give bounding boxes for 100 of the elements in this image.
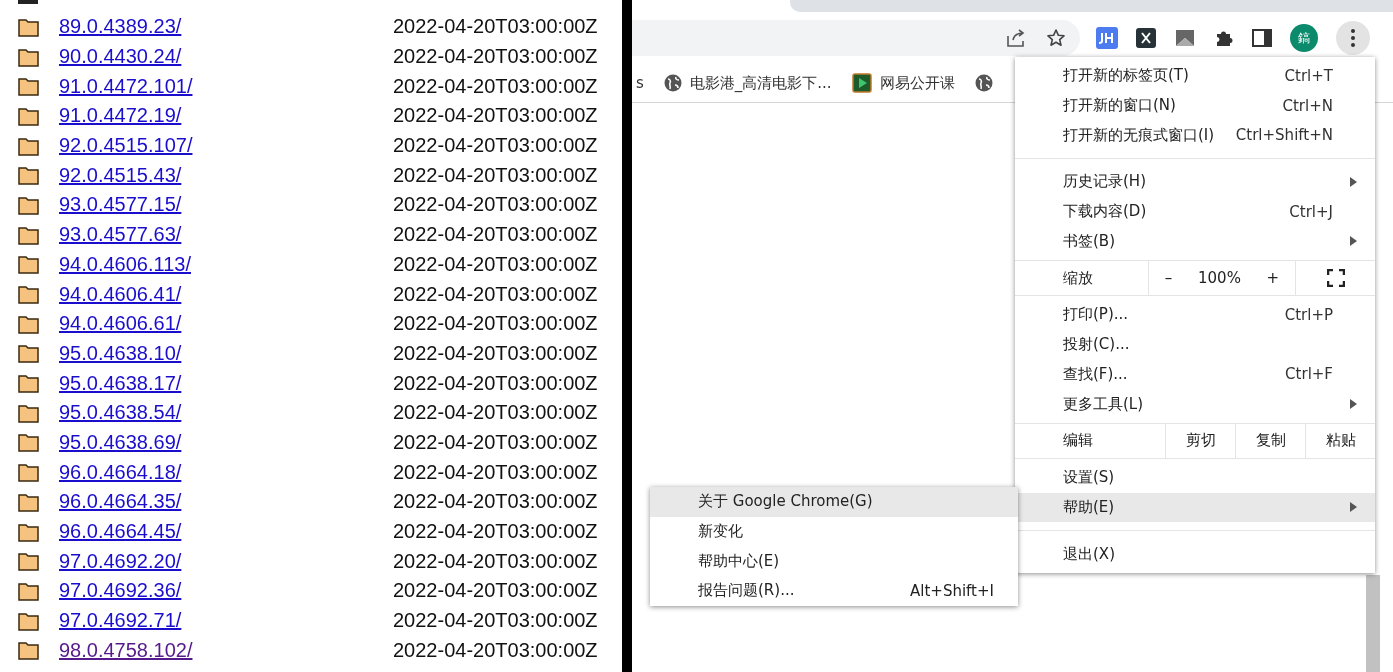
extension-icon[interactable] bbox=[1174, 28, 1196, 48]
date-text: 2022-04-20T03:00:00Z bbox=[393, 104, 599, 128]
bookmark[interactable]: 网易公开课 bbox=[851, 73, 955, 93]
folder-icon bbox=[18, 580, 40, 601]
menu-item[interactable]: 报告问题(R)... Alt+Shift+I bbox=[650, 576, 1018, 606]
scrollbar[interactable] bbox=[1366, 575, 1380, 672]
folder-icon bbox=[18, 462, 40, 483]
date-text: 2022-04-20T03:00:00Z bbox=[393, 490, 599, 514]
menu-item[interactable]: 设置(S) bbox=[1015, 462, 1375, 493]
folder-link[interactable]: 95.0.4638.10/ bbox=[59, 341, 393, 365]
menu-item[interactable]: 帮助中心(E) bbox=[650, 546, 1018, 577]
folder-link[interactable]: 95.0.4638.17/ bbox=[59, 371, 393, 395]
date-text: 2022-04-20T03:00:00Z bbox=[393, 341, 599, 365]
folder-icon bbox=[18, 343, 40, 364]
folder-link[interactable]: 94.0.4606.113/ bbox=[59, 252, 393, 276]
folder-link[interactable]: 94.0.4606.41/ bbox=[59, 282, 393, 306]
date-text: 2022-04-20T03:00:00Z bbox=[393, 430, 599, 454]
date-text: 2022-04-20T03:00:00Z bbox=[393, 193, 599, 217]
folder-icon bbox=[18, 135, 40, 156]
folder-icon bbox=[18, 194, 40, 215]
fullscreen-icon bbox=[1326, 269, 1345, 288]
date-text: 2022-04-20T03:00:00Z bbox=[393, 609, 599, 633]
folder-icon bbox=[18, 551, 40, 572]
menu-item[interactable]: 书签(B) bbox=[1015, 226, 1375, 257]
zoom-in-button[interactable]: + bbox=[1260, 269, 1286, 288]
date-text: 2022-04-20T03:00:00Z bbox=[393, 45, 599, 69]
bookmark-label[interactable]: s bbox=[636, 74, 644, 92]
folder-link[interactable]: 90.0.4430.24/ bbox=[59, 45, 393, 69]
folder-link[interactable]: 93.0.4577.63/ bbox=[59, 223, 393, 247]
date-text: 2022-04-20T03:00:00Z bbox=[393, 520, 599, 544]
folder-icon bbox=[18, 640, 40, 661]
folder-icon bbox=[18, 521, 40, 542]
folder-link[interactable]: 96.0.4664.35/ bbox=[59, 490, 393, 514]
folder-link[interactable]: 98.0.4758.102/ bbox=[59, 638, 393, 662]
folder-icon bbox=[18, 373, 40, 394]
folder-link[interactable]: 96.0.4664.18/ bbox=[59, 460, 393, 484]
menu-item[interactable]: 打开新的无痕式窗口(I) Ctrl+Shift+N bbox=[1015, 120, 1375, 151]
star-icon[interactable] bbox=[1046, 28, 1066, 48]
folder-link[interactable]: 95.0.4638.69/ bbox=[59, 430, 393, 454]
edit-action-button[interactable]: 剪切 bbox=[1165, 423, 1235, 458]
globe-icon bbox=[974, 74, 993, 92]
edit-label: 编辑 bbox=[1062, 430, 1094, 452]
folder-link[interactable]: 91.0.4472.101/ bbox=[59, 74, 393, 98]
menu-item[interactable]: 帮助(E) bbox=[1015, 492, 1375, 523]
extension-icon[interactable] bbox=[1136, 28, 1156, 48]
menu-button[interactable] bbox=[1336, 21, 1370, 55]
profile-avatar[interactable]: 鎬 bbox=[1290, 24, 1318, 52]
folder-icon bbox=[18, 284, 40, 305]
folder-link[interactable]: 97.0.4692.20/ bbox=[59, 549, 393, 573]
date-text: 2022-04-20T03:00:00Z bbox=[393, 163, 599, 187]
folder-link[interactable]: 94.0.4606.61/ bbox=[59, 312, 393, 336]
menu-item[interactable]: 历史记录(H) bbox=[1015, 167, 1375, 197]
menu-item[interactable]: 下载内容(D) Ctrl+J bbox=[1015, 196, 1375, 227]
menu-item[interactable]: 打开新的标签页(T) Ctrl+T bbox=[1015, 61, 1375, 91]
folder-icon bbox=[18, 224, 40, 245]
folder-link[interactable]: 95.0.4638.54/ bbox=[59, 401, 393, 425]
menu-item[interactable]: 投射(C)... bbox=[1015, 329, 1375, 360]
folder-icon bbox=[18, 254, 40, 275]
zoom-out-button[interactable]: – bbox=[1158, 269, 1179, 288]
folder-icon bbox=[18, 105, 40, 126]
menu-item[interactable]: 更多工具(L) bbox=[1015, 389, 1375, 419]
date-text: 2022-04-20T03:00:00Z bbox=[393, 371, 599, 395]
date-text: 2022-04-20T03:00:00Z bbox=[393, 638, 599, 662]
more-icon bbox=[1351, 29, 1355, 47]
date-text: 2022-04-20T03:00:00Z bbox=[393, 549, 599, 573]
folder-link[interactable]: 91.0.4472.19/ bbox=[59, 104, 393, 128]
edit-action-button[interactable]: 粘贴 bbox=[1305, 423, 1375, 458]
zoom-value: 100% bbox=[1198, 269, 1241, 288]
menu-item[interactable]: 退出(X) bbox=[1015, 539, 1375, 569]
bookmark[interactable]: 电影港_高清电影下... bbox=[663, 73, 832, 93]
zoom-label: 缩放 bbox=[1062, 267, 1094, 289]
folder-icon bbox=[18, 610, 40, 631]
folder-icon bbox=[18, 165, 40, 186]
folder-link[interactable]: 93.0.4577.15/ bbox=[59, 193, 393, 217]
folder-link[interactable]: 92.0.4515.43/ bbox=[59, 163, 393, 187]
menu-item[interactable]: 关于 Google Chrome(G) bbox=[650, 487, 1018, 517]
date-text: 2022-04-20T03:00:00Z bbox=[393, 15, 599, 39]
submenu-arrow-icon bbox=[1350, 176, 1357, 187]
folder-link[interactable]: 97.0.4692.36/ bbox=[59, 579, 393, 603]
sidebar-icon[interactable] bbox=[1252, 29, 1272, 47]
play-icon bbox=[851, 73, 872, 93]
folder-link[interactable]: 89.0.4389.23/ bbox=[59, 15, 393, 39]
date-text: 2022-04-20T03:00:00Z bbox=[393, 460, 599, 484]
share-icon[interactable] bbox=[1006, 29, 1026, 47]
folder-icon bbox=[18, 491, 40, 512]
folder-link[interactable]: 92.0.4515.107/ bbox=[59, 134, 393, 158]
date-text: 2022-04-20T03:00:00Z bbox=[393, 134, 599, 158]
submenu-arrow-icon bbox=[1350, 502, 1357, 513]
date-text: 2022-04-20T03:00:00Z bbox=[393, 223, 599, 247]
date-text: 2022-04-20T03:00:00Z bbox=[393, 252, 599, 276]
folder-icon bbox=[18, 402, 40, 423]
menu-item[interactable]: 打印(P)... Ctrl+P bbox=[1015, 300, 1375, 330]
globe-icon bbox=[663, 74, 682, 92]
edit-action-button[interactable]: 复制 bbox=[1235, 423, 1305, 458]
folder-link[interactable]: 96.0.4664.45/ bbox=[59, 520, 393, 544]
folder-icon bbox=[18, 16, 40, 37]
menu-item[interactable]: 查找(F)... Ctrl+F bbox=[1015, 359, 1375, 390]
folder-link[interactable]: 97.0.4692.71/ bbox=[59, 609, 393, 633]
menu-item[interactable]: 新变化 bbox=[650, 516, 1018, 547]
menu-item[interactable]: 打开新的窗口(N) Ctrl+N bbox=[1015, 90, 1375, 121]
